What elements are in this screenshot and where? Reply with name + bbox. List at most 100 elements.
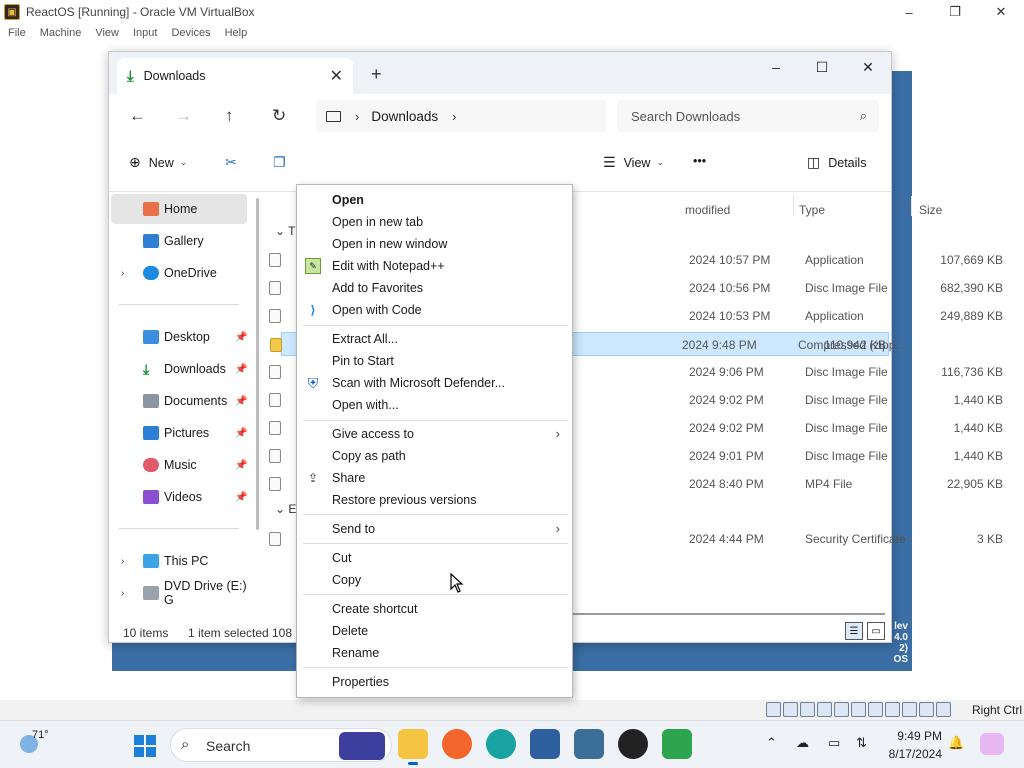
menu-item-pin-start[interactable]: Pin to Start: [297, 350, 572, 372]
sidebar-item-this-pc[interactable]: › This PC: [111, 546, 247, 576]
sidebar-item-desktop[interactable]: Desktop 📌: [111, 322, 247, 352]
media-player-icon[interactable]: [618, 729, 648, 759]
sidebar-item-dvd-drive[interactable]: › DVD Drive (E:) G: [111, 578, 247, 608]
copilot-icon[interactable]: [980, 733, 1004, 755]
host-menu-devices[interactable]: Devices: [171, 27, 210, 39]
details-view-icon[interactable]: ☰: [845, 622, 863, 640]
host-menu-help[interactable]: Help: [225, 27, 248, 39]
taskbar-search[interactable]: ⌕ Search: [170, 728, 392, 762]
network-tray-icon[interactable]: ⇅: [856, 735, 867, 751]
column-divider[interactable]: [793, 196, 794, 216]
chevron-right-icon[interactable]: ›: [121, 588, 124, 599]
menu-item-extract-all[interactable]: Extract All...: [297, 328, 572, 350]
menu-item-send-to[interactable]: Send to ›: [297, 518, 572, 540]
host-restore-button[interactable]: ❐: [932, 0, 978, 24]
android-app-icon[interactable]: [662, 729, 692, 759]
chevron-right-icon[interactable]: ›: [121, 556, 124, 567]
menu-item-give-access[interactable]: Give access to ›: [297, 423, 572, 445]
menu-item-copy[interactable]: Copy: [297, 569, 572, 591]
host-menu-input[interactable]: Input: [133, 27, 157, 39]
host-menu-view[interactable]: View: [95, 27, 119, 39]
copy-toolbar-button[interactable]: ❐: [273, 154, 294, 171]
network-icon[interactable]: [817, 702, 832, 717]
menu-item-cut[interactable]: Cut: [297, 547, 572, 569]
firefox-icon[interactable]: [442, 729, 472, 759]
optical-drive-icon[interactable]: [783, 702, 798, 717]
hard-disk-icon[interactable]: [766, 702, 781, 717]
menu-item-create-shortcut[interactable]: Create shortcut: [297, 598, 572, 620]
menu-item-restore-versions[interactable]: Restore previous versions: [297, 489, 572, 511]
sidebar-item-videos[interactable]: Videos 📌: [111, 482, 247, 512]
file-explorer-taskbar-icon[interactable]: [398, 729, 428, 765]
sidebar-item-downloads[interactable]: ⤓ Downloads 📌: [111, 354, 247, 384]
back-button[interactable]: ←: [129, 106, 146, 126]
group-header-earlier[interactable]: ⌄ E: [275, 502, 296, 516]
menu-item-properties[interactable]: Properties: [297, 671, 572, 693]
menu-item-open-with[interactable]: Open with...: [297, 394, 572, 416]
menu-item-delete[interactable]: Delete: [297, 620, 572, 642]
tiles-view-icon[interactable]: ▭: [867, 622, 885, 640]
new-tab-button[interactable]: +: [371, 64, 382, 85]
column-header-size[interactable]: Size: [919, 198, 942, 222]
virtualbox-taskbar-icon[interactable]: [530, 729, 560, 759]
host-close-button[interactable]: ✕: [978, 0, 1024, 24]
menu-item-open-with-code[interactable]: ⟩ Open with Code: [297, 299, 572, 321]
sidebar-item-music[interactable]: Music 📌: [111, 450, 247, 480]
menu-item-rename[interactable]: Rename: [297, 642, 572, 664]
horizontal-scrollbar[interactable]: [573, 613, 885, 615]
cut-toolbar-button[interactable]: ✂: [225, 154, 245, 171]
start-button[interactable]: [134, 735, 156, 757]
menu-item-copy-path[interactable]: Copy as path: [297, 445, 572, 467]
refresh-button[interactable]: ↻: [272, 106, 286, 126]
chevron-right-icon[interactable]: ›: [452, 109, 456, 124]
bell-icon[interactable]: 🔔: [948, 735, 964, 751]
chevron-right-icon[interactable]: ›: [355, 109, 359, 124]
video-capture-icon[interactable]: [885, 702, 900, 717]
sidebar-item-home[interactable]: Home: [111, 194, 247, 224]
column-header-type[interactable]: Type: [799, 198, 825, 222]
display-icon[interactable]: [868, 702, 883, 717]
menu-item-open-new-window[interactable]: Open in new window: [297, 233, 572, 255]
tab-close-icon[interactable]: ✕: [330, 66, 343, 86]
menu-item-scan-defender[interactable]: ⛨ Scan with Microsoft Defender...: [297, 372, 572, 394]
breadcrumb-downloads[interactable]: Downloads: [371, 109, 438, 124]
tab-downloads[interactable]: ⤓ Downloads ✕: [117, 58, 353, 94]
breadcrumb[interactable]: › Downloads ›: [316, 100, 606, 132]
up-button[interactable]: ↑: [225, 106, 234, 126]
host-menu-machine[interactable]: Machine: [40, 27, 82, 39]
column-header-modified[interactable]: modified: [685, 198, 730, 222]
sidebar-item-pictures[interactable]: Pictures 📌: [111, 418, 247, 448]
maximize-button[interactable]: ☐: [799, 52, 845, 82]
display-tray-icon[interactable]: ▭: [828, 735, 840, 751]
minimize-button[interactable]: –: [753, 52, 799, 82]
keyboard-icon[interactable]: [936, 702, 951, 717]
edge-icon[interactable]: [486, 729, 516, 759]
menu-item-open-new-tab[interactable]: Open in new tab: [297, 211, 572, 233]
chevron-right-icon[interactable]: ›: [121, 268, 124, 279]
view-button[interactable]: ☰ View ⌄: [603, 154, 664, 171]
details-pane-button[interactable]: ◫ Details: [807, 154, 866, 171]
clock[interactable]: 9:49 PM 8/17/2024: [880, 727, 942, 763]
usb-icon[interactable]: [834, 702, 849, 717]
host-key-label[interactable]: Right Ctrl: [972, 703, 1022, 717]
sidebar-item-onedrive[interactable]: › OneDrive: [111, 258, 247, 288]
menu-item-add-favorites[interactable]: Add to Favorites: [297, 277, 572, 299]
menu-item-share[interactable]: ⇪ Share: [297, 467, 572, 489]
forward-button[interactable]: →: [175, 106, 192, 126]
weather-widget[interactable]: 71°: [18, 729, 49, 759]
menu-item-edit-notepad[interactable]: ✎ Edit with Notepad++: [297, 255, 572, 277]
search-input[interactable]: Search Downloads ⌕: [617, 100, 879, 132]
menu-item-open[interactable]: Open: [297, 189, 572, 211]
new-button[interactable]: ⊕ New ⌄: [129, 154, 187, 171]
sidebar-item-documents[interactable]: Documents 📌: [111, 386, 247, 416]
sidebar-item-gallery[interactable]: Gallery: [111, 226, 247, 256]
host-menu-file[interactable]: File: [8, 27, 26, 39]
shared-folders-icon[interactable]: [851, 702, 866, 717]
more-options-button[interactable]: •••: [693, 154, 706, 168]
onedrive-offline-icon[interactable]: ☁: [796, 735, 809, 751]
host-minimize-button[interactable]: –: [886, 0, 932, 24]
cpu-icon[interactable]: [902, 702, 917, 717]
audio-icon[interactable]: [800, 702, 815, 717]
column-divider[interactable]: [911, 196, 912, 216]
xp-app-icon[interactable]: [574, 729, 604, 759]
